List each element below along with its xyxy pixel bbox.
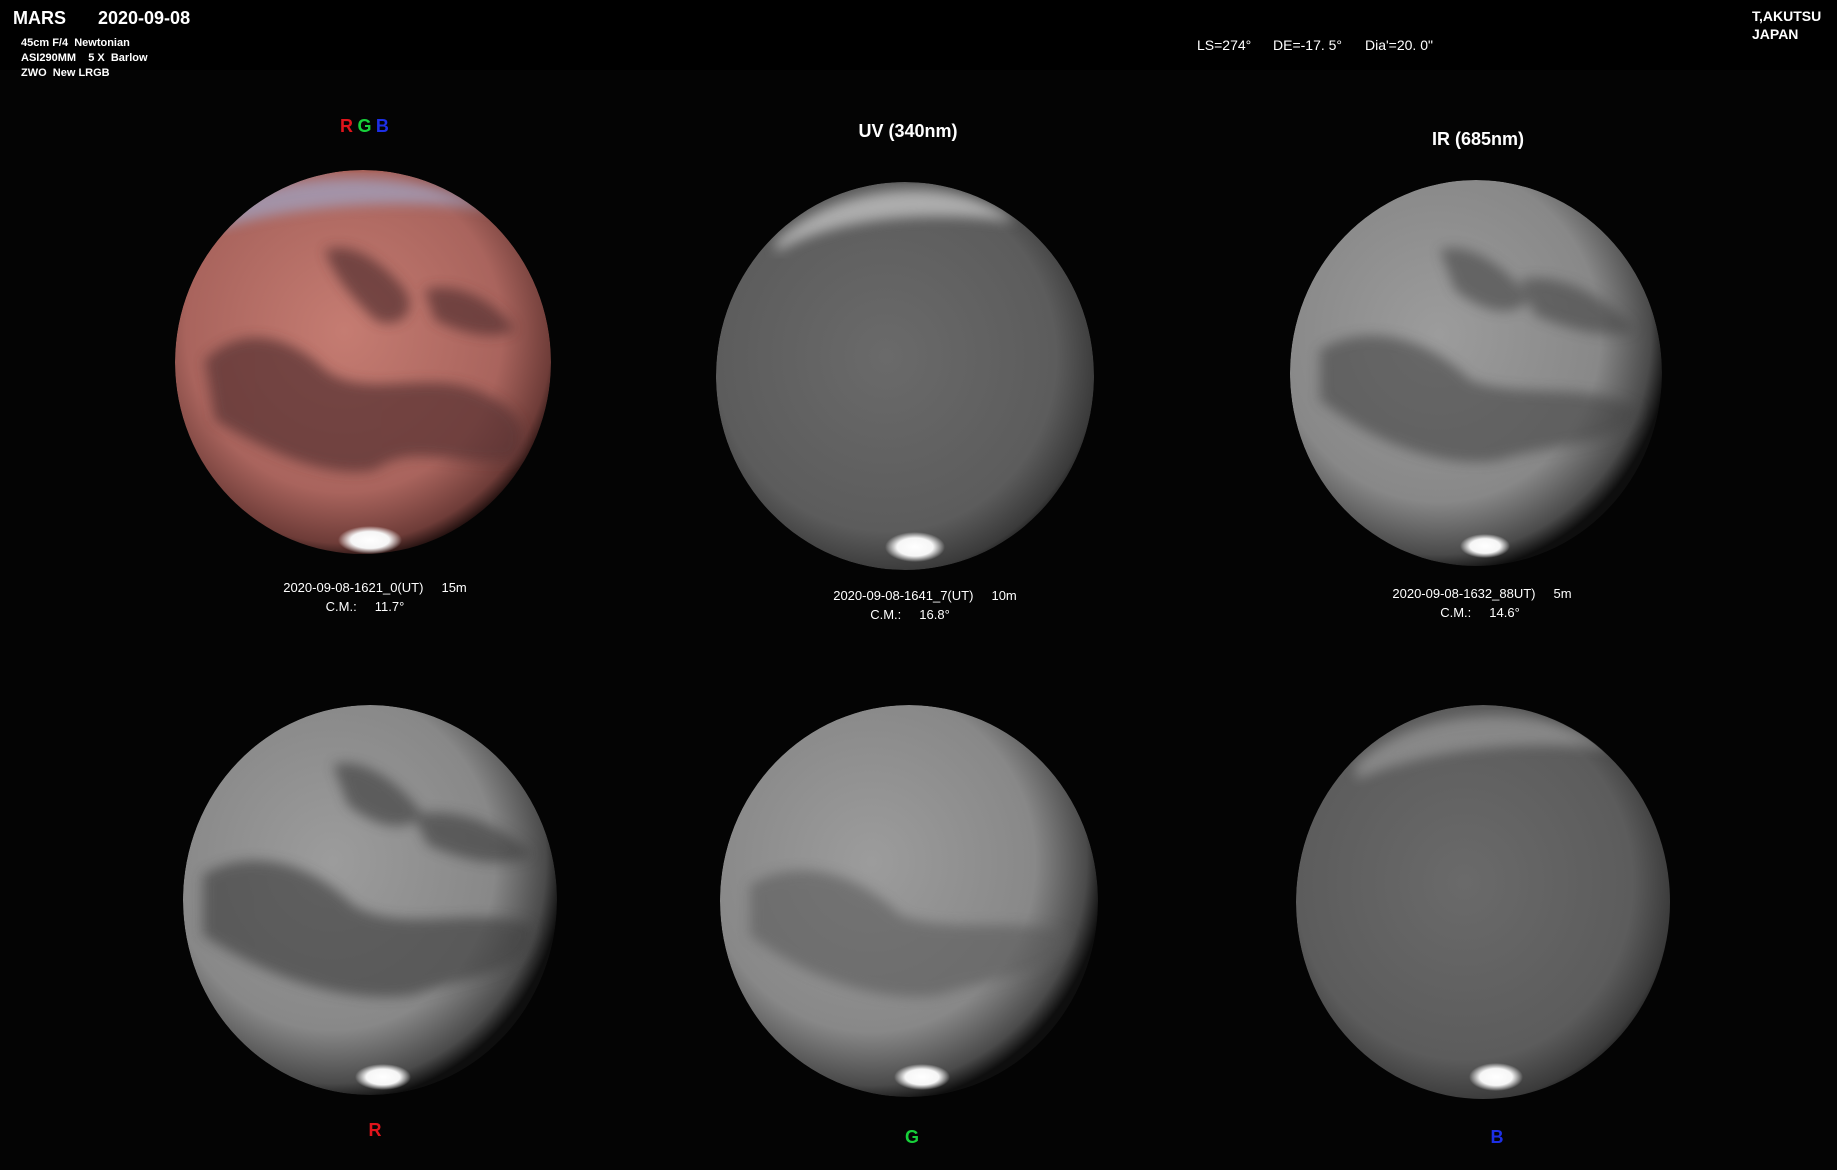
- mars-ir-image: [1290, 180, 1662, 566]
- ir-label: IR (685nm): [1431, 129, 1525, 149]
- g-channel-label: G: [904, 1127, 919, 1147]
- rgb-label: R G B: [340, 116, 389, 137]
- rgb-cm-caption: C.M.: 11.7°: [325, 599, 405, 614]
- mars-g-channel-image: [720, 705, 1098, 1097]
- ls-value: LS=274°: [1197, 37, 1252, 53]
- target-name: MARS: [13, 8, 66, 28]
- rgb-time-caption: 2020-09-08-1621_0(UT) 15m: [283, 580, 467, 595]
- ir-time-caption: 2020-09-08-1632_88UT) 5m: [1392, 586, 1572, 601]
- uv-label: UV (340nm): [858, 121, 958, 141]
- ir-cm-caption: C.M.: 14.6°: [1440, 605, 1520, 620]
- uv-cm-caption: C.M.: 16.8°: [870, 607, 950, 622]
- observer-name: T,AKUTSU: [1752, 8, 1822, 24]
- camera-spec: ASI290MM 5 X Barlow: [21, 52, 148, 64]
- observer-country: JAPAN: [1752, 26, 1799, 42]
- rgb-label-r: R: [340, 116, 353, 136]
- mars-rgb-image: [175, 170, 551, 555]
- de-value: DE=-17. 5°: [1273, 37, 1343, 53]
- filter-spec: ZWO New LRGB: [21, 67, 110, 79]
- mars-uv-image: [716, 182, 1094, 570]
- rgb-label-b: B: [375, 116, 389, 136]
- rgb-label-g: G: [357, 116, 372, 136]
- mars-r-channel-image: [183, 705, 557, 1095]
- uv-time-caption: 2020-09-08-1641_7(UT) 10m: [833, 588, 1017, 603]
- telescope-spec: 45cm F/4 Newtonian: [21, 37, 130, 49]
- diameter-value: Dia'=20. 0": [1365, 37, 1433, 53]
- mars-b-channel-image: [1296, 705, 1671, 1100]
- r-channel-label: R: [368, 1120, 382, 1140]
- b-channel-label: B: [1490, 1127, 1504, 1147]
- observation-date: 2020-09-08: [98, 8, 191, 28]
